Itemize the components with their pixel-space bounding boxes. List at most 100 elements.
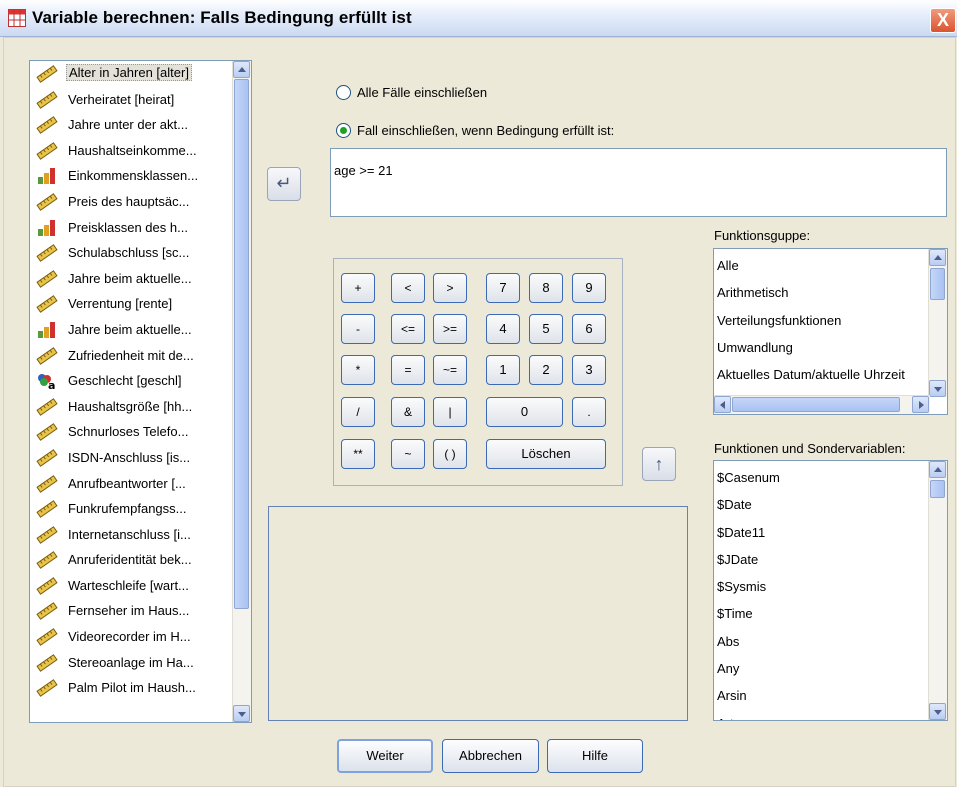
radio-include-all[interactable]: Alle Fälle einschließen: [336, 85, 487, 100]
variable-list-item[interactable]: Jahre beim aktuelle...: [30, 266, 230, 292]
variable-list-scrollbar[interactable]: [232, 61, 251, 722]
variable-list-item[interactable]: Preisklassen des h...: [30, 215, 230, 241]
key-greater-than[interactable]: >: [433, 273, 467, 303]
key-decimal[interactable]: .: [572, 397, 606, 427]
scroll-down-icon[interactable]: [929, 703, 946, 720]
variable-list-item[interactable]: Anruferidentität bek...: [30, 547, 230, 573]
function-item[interactable]: $Casenum: [717, 464, 780, 491]
variable-list-item[interactable]: Videorecorder im H...: [30, 624, 230, 650]
key-4[interactable]: 4: [486, 314, 520, 344]
variable-list-item[interactable]: Preis des hauptsäc...: [30, 189, 230, 215]
functions-list[interactable]: $Casenum $Date $Date11 $JDate $Sysmis $Time Ab…: [713, 460, 948, 721]
variable-list-item[interactable]: Stereoanlage im Ha...: [30, 650, 230, 676]
scroll-right-icon[interactable]: [912, 396, 929, 413]
function-item[interactable]: $Date: [717, 491, 780, 518]
variable-list-item[interactable]: Haushaltsgröße [hh...: [30, 394, 230, 420]
scroll-up-icon[interactable]: [929, 461, 946, 478]
radio-include-if[interactable]: Fall einschließen, wenn Bedingung erfüll…: [336, 123, 614, 138]
scroll-thumb[interactable]: [930, 268, 945, 300]
cancel-button[interactable]: Abbrechen: [442, 739, 539, 773]
scroll-thumb[interactable]: [234, 79, 249, 609]
key-1[interactable]: 1: [486, 355, 520, 385]
key-9[interactable]: 9: [572, 273, 606, 303]
key-multiply[interactable]: *: [341, 355, 375, 385]
key-power[interactable]: **: [341, 439, 375, 469]
variable-list-item[interactable]: Internetanschluss [i...: [30, 522, 230, 548]
help-button[interactable]: Hilfe: [547, 739, 643, 773]
function-item[interactable]: Any: [717, 655, 780, 682]
variable-list-item[interactable]: Zufriedenheit mit de...: [30, 343, 230, 369]
close-button[interactable]: X: [930, 8, 956, 33]
function-group-item[interactable]: Aktuelles Datum/aktuelle Uhrzeit: [717, 361, 905, 388]
key-plus[interactable]: +: [341, 273, 375, 303]
variable-list-item[interactable]: Alter in Jahren [alter]: [30, 61, 230, 87]
key-and[interactable]: &: [391, 397, 425, 427]
variable-list-item[interactable]: Schnurloses Telefo...: [30, 419, 230, 445]
function-item[interactable]: $Date11: [717, 519, 780, 546]
variable-label: Schulabschluss [sc...: [68, 245, 190, 261]
key-less-equal[interactable]: <=: [391, 314, 425, 344]
variable-list-item[interactable]: Verheiratet [heirat]: [30, 87, 230, 113]
key-less-than[interactable]: <: [391, 273, 425, 303]
scroll-down-icon[interactable]: [929, 380, 946, 397]
variable-list-item[interactable]: a Geschlecht [geschl]: [30, 368, 230, 394]
key-5[interactable]: 5: [529, 314, 563, 344]
variable-list-item[interactable]: Jahre unter der akt...: [30, 112, 230, 138]
key-7[interactable]: 7: [486, 273, 520, 303]
function-group-item[interactable]: Arithmetisch: [717, 279, 905, 306]
function-item[interactable]: Arsin: [717, 682, 780, 709]
move-variable-button[interactable]: ↵: [267, 167, 301, 201]
function-item[interactable]: $Time: [717, 600, 780, 627]
function-group-hscroll[interactable]: [714, 395, 930, 414]
key-parentheses[interactable]: ( ): [433, 439, 467, 469]
function-group-item[interactable]: Verteilungsfunktionen: [717, 307, 905, 334]
radio-include-all-label: Alle Fälle einschließen: [357, 85, 488, 100]
key-minus[interactable]: -: [341, 314, 375, 344]
variable-list-item[interactable]: Haushaltseinkomme...: [30, 138, 230, 164]
variable-label: Warteschleife [wart...: [68, 577, 189, 593]
variable-list-item[interactable]: Einkommensklassen...: [30, 163, 230, 189]
function-group-vscroll[interactable]: [928, 249, 947, 397]
variable-list-item[interactable]: Verrentung [rente]: [30, 291, 230, 317]
key-divide[interactable]: /: [341, 397, 375, 427]
function-item[interactable]: $Sysmis: [717, 573, 780, 600]
variable-list-item[interactable]: Funkrufempfangss...: [30, 496, 230, 522]
key-6[interactable]: 6: [572, 314, 606, 344]
scroll-thumb[interactable]: [930, 480, 945, 498]
function-item[interactable]: Artan: [717, 710, 780, 720]
key-0[interactable]: 0: [486, 397, 563, 427]
scroll-left-icon[interactable]: [714, 396, 731, 413]
variable-list-item[interactable]: Anrufbeantworter [...: [30, 471, 230, 497]
function-group-list[interactable]: Alle Arithmetisch Verteilungsfunktionen Umw…: [713, 248, 948, 415]
scroll-thumb-horizontal[interactable]: [732, 397, 900, 412]
function-group-item[interactable]: Alle: [717, 252, 905, 279]
key-clear[interactable]: Löschen: [486, 439, 606, 469]
continue-button[interactable]: Weiter: [337, 739, 433, 773]
scale-ruler-icon: [36, 602, 58, 621]
scroll-down-icon[interactable]: [233, 705, 250, 722]
key-2[interactable]: 2: [529, 355, 563, 385]
variable-list-item[interactable]: Palm Pilot im Haush...: [30, 675, 230, 701]
key-not[interactable]: ~: [391, 439, 425, 469]
condition-textbox[interactable]: age >= 21: [330, 148, 947, 217]
function-item[interactable]: Abs: [717, 628, 780, 655]
scroll-up-icon[interactable]: [233, 61, 250, 78]
variable-list-item[interactable]: Jahre beim aktuelle...: [30, 317, 230, 343]
key-8[interactable]: 8: [529, 273, 563, 303]
variable-list-item[interactable]: ISDN-Anschluss [is...: [30, 445, 230, 471]
insert-function-button[interactable]: ↑: [642, 447, 676, 481]
key-not-equal[interactable]: ~=: [433, 355, 467, 385]
variable-list[interactable]: Alter in Jahren [alter] Verheiratet [heir…: [29, 60, 252, 723]
scroll-up-icon[interactable]: [929, 249, 946, 266]
variable-list-item[interactable]: Warteschleife [wart...: [30, 573, 230, 599]
function-group-item[interactable]: Umwandlung: [717, 334, 905, 361]
key-3[interactable]: 3: [572, 355, 606, 385]
key-equal[interactable]: =: [391, 355, 425, 385]
key-greater-equal[interactable]: >=: [433, 314, 467, 344]
variable-label: Fernseher im Haus...: [68, 603, 190, 619]
key-or[interactable]: |: [433, 397, 467, 427]
function-item[interactable]: $JDate: [717, 546, 780, 573]
functions-vscroll[interactable]: [928, 461, 947, 720]
variable-list-item[interactable]: Fernseher im Haus...: [30, 598, 230, 624]
variable-list-item[interactable]: Schulabschluss [sc...: [30, 240, 230, 266]
